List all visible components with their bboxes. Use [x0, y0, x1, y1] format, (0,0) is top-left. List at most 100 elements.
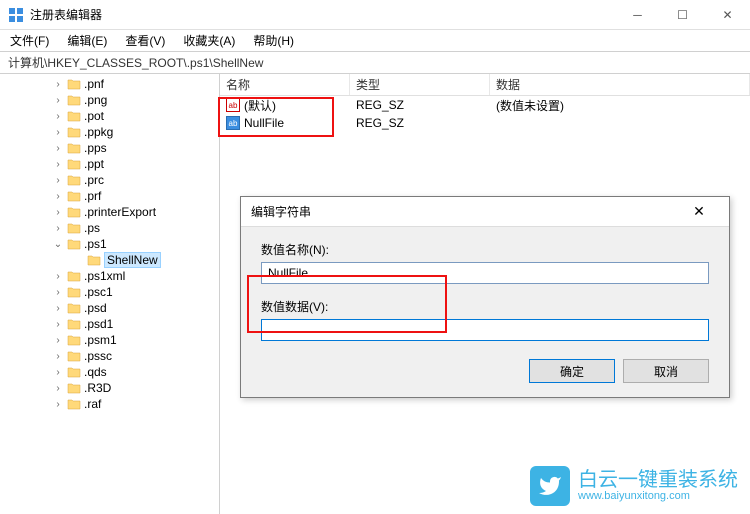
value-name: (默认) [244, 97, 276, 114]
dialog-close-button[interactable]: ✕ [679, 203, 719, 220]
expand-toggle[interactable]: › [52, 367, 64, 378]
expand-toggle[interactable]: › [52, 191, 64, 202]
dialog-buttons: 确定 取消 [261, 359, 709, 383]
folder-icon [67, 366, 81, 378]
menu-bar: 文件(F) 编辑(E) 查看(V) 收藏夹(A) 帮助(H) [0, 30, 750, 52]
list-row[interactable]: abNullFileREG_SZ [220, 114, 750, 132]
expand-toggle[interactable]: › [52, 127, 64, 138]
expand-toggle[interactable] [72, 255, 84, 266]
tree-label: .psd1 [84, 317, 113, 331]
watermark: 白云一键重装系统 www.baiyunxitong.com [530, 466, 738, 506]
maximize-button[interactable]: ☐ [660, 0, 705, 30]
tree-item[interactable]: ⌄ .ps1 [0, 236, 219, 252]
tree-item[interactable]: ›.pps [0, 140, 219, 156]
window-title: 注册表编辑器 [30, 6, 102, 23]
expand-toggle[interactable]: › [52, 143, 64, 154]
folder-icon [67, 174, 81, 186]
tree-item[interactable]: › .psd1 [0, 316, 219, 332]
folder-icon [67, 94, 81, 106]
edit-string-dialog: 编辑字符串 ✕ 数值名称(N): 数值数据(V): 确定 取消 [240, 196, 730, 398]
folder-icon [67, 286, 81, 298]
tree-item[interactable]: ›.psd [0, 300, 219, 316]
folder-icon [67, 142, 81, 154]
folder-icon [87, 254, 101, 266]
folder-icon [67, 206, 81, 218]
minimize-button[interactable]: ─ [615, 0, 660, 30]
tree-item[interactable]: › .raf [0, 396, 219, 412]
expand-toggle[interactable]: › [52, 383, 64, 394]
expand-toggle[interactable]: › [52, 95, 64, 106]
close-button[interactable]: ✕ [705, 0, 750, 30]
menu-view[interactable]: 查看(V) [121, 30, 169, 51]
tree-label: .png [84, 93, 107, 107]
expand-toggle[interactable]: › [52, 111, 64, 122]
tree-label: .pot [84, 109, 104, 123]
tree-label: .raf [84, 397, 101, 411]
expand-toggle[interactable]: › [52, 271, 64, 282]
tree-item[interactable]: › .ps1xml [0, 268, 219, 284]
tree-label: .ppkg [84, 125, 113, 139]
col-name[interactable]: 名称 [220, 74, 350, 95]
list-header: 名称 类型 数据 [220, 74, 750, 96]
menu-file[interactable]: 文件(F) [6, 30, 53, 51]
ok-button[interactable]: 确定 [529, 359, 615, 383]
expand-toggle[interactable]: › [52, 399, 64, 410]
expand-toggle[interactable]: › [52, 351, 64, 362]
tree-label: .ps1 [84, 237, 107, 251]
expand-toggle[interactable]: › [52, 335, 64, 346]
tree-label: .ps [84, 221, 100, 235]
expand-toggle[interactable]: › [52, 287, 64, 298]
dialog-title: 编辑字符串 [251, 203, 311, 220]
list-row[interactable]: ab(默认)REG_SZ(数值未设置) [220, 96, 750, 114]
tree-label: .psc1 [84, 285, 113, 299]
dialog-body: 数值名称(N): 数值数据(V): 确定 取消 [241, 227, 729, 397]
tree-item[interactable]: ›.prf [0, 188, 219, 204]
expand-toggle[interactable]: › [52, 319, 64, 330]
col-type[interactable]: 类型 [350, 74, 490, 95]
col-data[interactable]: 数据 [490, 74, 750, 95]
tree-view[interactable]: ›.pnf›.png›.pot›.ppkg›.pps›.ppt›.prc›.pr… [0, 74, 220, 514]
tree-label: .qds [84, 365, 107, 379]
tree-item[interactable]: › .prc [0, 172, 219, 188]
value-icon: ab [226, 116, 240, 130]
value-data-label: 数值数据(V): [261, 298, 709, 315]
menu-help[interactable]: 帮助(H) [249, 30, 298, 51]
tree-item[interactable]: ›.printerExport [0, 204, 219, 220]
menu-favorites[interactable]: 收藏夹(A) [179, 30, 239, 51]
tree-item[interactable]: ›.pnf [0, 76, 219, 92]
tree-item[interactable]: › .ps [0, 220, 219, 236]
folder-icon [67, 78, 81, 90]
tree-item[interactable]: ›.R3D [0, 380, 219, 396]
tree-item[interactable]: › .ppkg [0, 124, 219, 140]
tree-item[interactable]: › .pot [0, 108, 219, 124]
tree-item[interactable]: ›.psm1 [0, 332, 219, 348]
tree-label: ShellNew [104, 252, 161, 268]
tree-item[interactable]: › .qds [0, 364, 219, 380]
expand-toggle[interactable]: › [52, 223, 64, 234]
expand-toggle[interactable]: › [52, 303, 64, 314]
watermark-icon [530, 466, 570, 506]
address-bar[interactable]: 计算机\HKEY_CLASSES_ROOT\.ps1\ShellNew [0, 52, 750, 74]
tree-item[interactable]: › .psc1 [0, 284, 219, 300]
folder-icon [67, 270, 81, 282]
folder-icon [67, 126, 81, 138]
cancel-button[interactable]: 取消 [623, 359, 709, 383]
tree-item[interactable]: ShellNew [0, 252, 219, 268]
dialog-title-bar[interactable]: 编辑字符串 ✕ [241, 197, 729, 227]
expand-toggle[interactable]: › [52, 175, 64, 186]
expand-toggle[interactable]: ⌄ [52, 239, 64, 250]
expand-toggle[interactable]: › [52, 79, 64, 90]
tree-label: .ppt [84, 157, 104, 171]
value-data: (数值未设置) [490, 97, 750, 114]
tree-item[interactable]: › .ppt [0, 156, 219, 172]
expand-toggle[interactable]: › [52, 207, 64, 218]
folder-icon [67, 382, 81, 394]
expand-toggle[interactable]: › [52, 159, 64, 170]
tree-item[interactable]: ›.pssc [0, 348, 219, 364]
menu-edit[interactable]: 编辑(E) [63, 30, 111, 51]
value-name-input[interactable] [261, 262, 709, 284]
tree-label: .ps1xml [84, 269, 125, 283]
value-data-input[interactable] [261, 319, 709, 341]
tree-label: .prc [84, 173, 104, 187]
tree-item[interactable]: › .png [0, 92, 219, 108]
